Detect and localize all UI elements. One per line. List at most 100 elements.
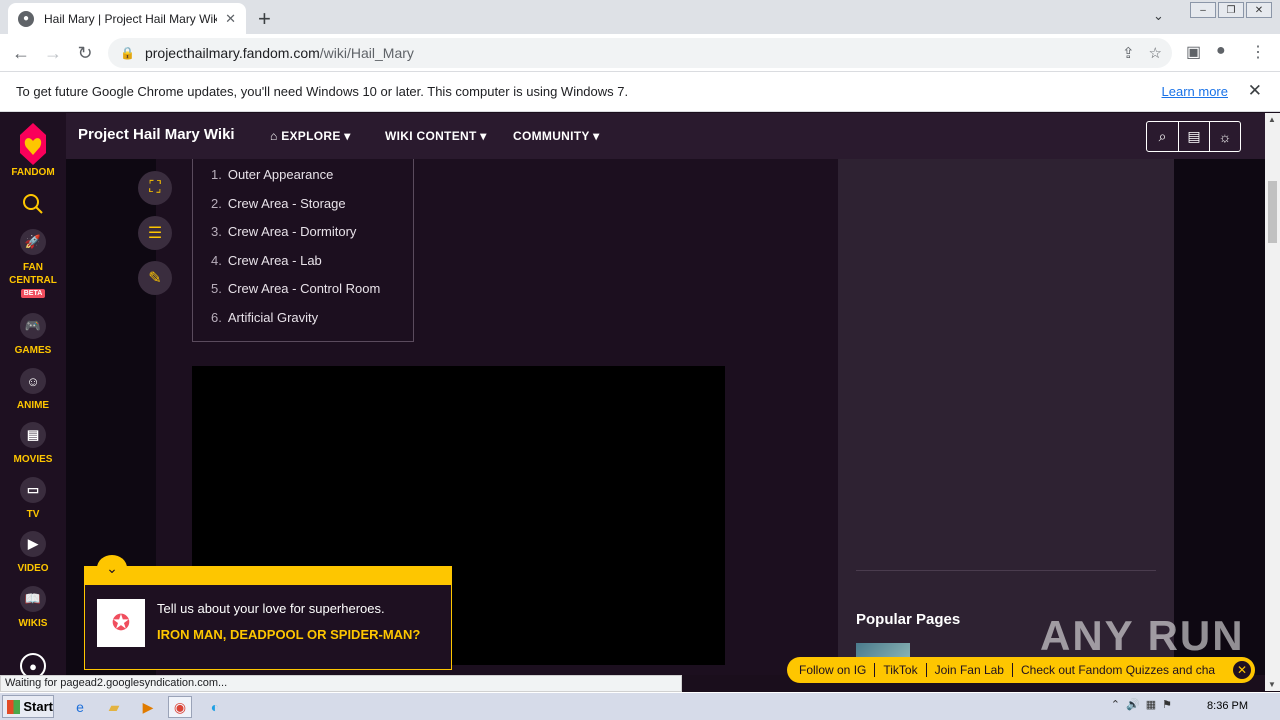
- rail-label: TV: [26, 509, 40, 520]
- book-icon: 📖: [20, 586, 46, 612]
- lock-icon[interactable]: 🔒: [120, 46, 135, 60]
- nav-explore[interactable]: ⌂ EXPLORE ▾: [270, 129, 351, 143]
- browser-tab[interactable]: ● Hail Mary | Project Hail Mary Wiki | F…: [8, 3, 246, 34]
- anyrun-watermark: ANY RUN: [1040, 612, 1245, 659]
- rail-label: FAN CENTRAL: [9, 262, 57, 286]
- search-icon[interactable]: ⌕: [1147, 122, 1178, 151]
- toc-item[interactable]: 1. Outer Appearance: [211, 167, 333, 182]
- scroll-down-icon[interactable]: ▼: [1268, 680, 1276, 689]
- scrollbar-thumb[interactable]: [1268, 181, 1277, 243]
- gamepad-icon: 🎮: [20, 313, 46, 339]
- divider: [874, 663, 876, 677]
- promo-fan-lab[interactable]: Join Fan Lab: [935, 663, 1004, 677]
- toc-item[interactable]: 4. Crew Area - Lab: [211, 253, 322, 268]
- chevron-down-icon[interactable]: ⌄: [1153, 8, 1164, 24]
- nav-community[interactable]: COMMUNITY ▾: [513, 129, 599, 143]
- learn-more-link[interactable]: Learn more: [1162, 84, 1228, 99]
- scroll-up-icon[interactable]: ▲: [1268, 115, 1276, 124]
- chrome-icon[interactable]: ◉: [168, 696, 192, 718]
- rail-item-wikis[interactable]: 📖 WIKIS: [0, 586, 66, 629]
- browser-titlebar: ● Hail Mary | Project Hail Mary Wiki | F…: [0, 0, 1280, 34]
- start-button[interactable]: Start: [2, 695, 54, 718]
- fandom-logo[interactable]: FANDOM: [0, 121, 66, 178]
- nav-wiki-content[interactable]: WIKI CONTENT ▾: [385, 129, 487, 143]
- toc-number: 6.: [211, 310, 222, 325]
- edge-icon[interactable]: ◐: [203, 696, 227, 718]
- rail-item-fan-central[interactable]: 🚀 FAN CENTRAL BETA: [0, 229, 66, 298]
- rail-item-video[interactable]: ▶ VIDEO: [0, 531, 66, 574]
- avatar: ●: [20, 653, 46, 675]
- divider: [1011, 663, 1013, 677]
- discussions-icon[interactable]: ▤: [1178, 122, 1209, 151]
- address-bar[interactable]: 🔒 projecthailmary.fandom.com/wiki/Hail_M…: [108, 38, 1172, 68]
- rail-item-tv[interactable]: ▭ TV: [0, 477, 66, 520]
- toc-number: 3.: [211, 224, 222, 239]
- action-center-flag-icon[interactable]: ⚑: [1162, 698, 1172, 711]
- toc-label: Crew Area - Dormitory: [227, 224, 357, 239]
- search-icon[interactable]: [0, 193, 66, 215]
- popup-answer-link[interactable]: IRON MAN, DEADPOOL OR SPIDER-MAN?: [157, 627, 427, 643]
- side-panel-icon[interactable]: ▣: [1186, 42, 1201, 62]
- promo-tiktok[interactable]: TikTok: [883, 663, 917, 677]
- rail-label: VIDEO: [17, 563, 49, 574]
- fullscreen-icon[interactable]: ⛶: [138, 171, 172, 205]
- edit-pencil-icon[interactable]: ✎: [138, 261, 172, 295]
- maximize-button[interactable]: ❐: [1218, 2, 1244, 18]
- toc-item[interactable]: 5. Crew Area - Control Room: [211, 281, 380, 296]
- forward-button[interactable]: →: [40, 40, 66, 66]
- beta-badge: BETA: [20, 289, 46, 298]
- collapse-chevron-icon[interactable]: ⌄: [97, 555, 127, 581]
- bookmark-star-icon[interactable]: ☆: [1149, 44, 1162, 62]
- profile-icon[interactable]: ●: [1216, 42, 1226, 60]
- close-infobar-icon[interactable]: ✕: [1248, 81, 1262, 101]
- toc-number: 1.: [211, 167, 222, 182]
- volume-icon[interactable]: 🔊: [1126, 698, 1140, 711]
- rail-item-anime[interactable]: ☺ ANIME: [0, 368, 66, 411]
- close-icon[interactable]: ✕: [1233, 661, 1251, 679]
- menu-kebab-icon[interactable]: ⋮: [1250, 42, 1266, 62]
- window-controls: – ❐ ✕: [1188, 2, 1272, 18]
- windows-taskbar: Start e ▰ ▶ ◉ ◐ ⌃ 🔊 ▦ ⚑ 8:36 PM: [0, 692, 1280, 720]
- quiz-popup: ⌄ ✪ Tell us about your love for superher…: [84, 555, 452, 670]
- promo-quizzes[interactable]: Check out Fandom Quizzes and cha: [1021, 663, 1215, 677]
- new-tab-button[interactable]: +: [258, 6, 271, 32]
- fandom-heart-icon: [20, 123, 46, 165]
- update-infobar: To get future Google Chrome updates, you…: [0, 72, 1280, 112]
- toc-number: 5.: [211, 281, 222, 296]
- rail-item-movies[interactable]: ▤ MOVIES: [0, 422, 66, 465]
- tray-expand-icon[interactable]: ⌃: [1111, 698, 1120, 711]
- clock[interactable]: 8:36 PM: [1207, 700, 1248, 712]
- toc-label: Crew Area - Storage: [227, 196, 346, 211]
- ie-icon[interactable]: e: [68, 696, 92, 718]
- rocket-icon: 🚀: [20, 229, 46, 255]
- toc-number: 4.: [211, 253, 222, 268]
- page-scrollbar[interactable]: ▲ ▼: [1265, 113, 1280, 691]
- share-icon[interactable]: ⇪: [1122, 44, 1135, 62]
- close-window-button[interactable]: ✕: [1246, 2, 1272, 18]
- popular-pages-heading: Popular Pages: [856, 611, 961, 628]
- close-tab-icon[interactable]: ✕: [225, 11, 236, 27]
- status-bar: Waiting for pagead2.googlesyndication.co…: [0, 675, 682, 692]
- minimize-button[interactable]: –: [1190, 2, 1216, 18]
- reload-button[interactable]: ↻: [72, 40, 98, 66]
- toc-list-icon[interactable]: ☰: [138, 216, 172, 250]
- rail-label: WIKIS: [18, 618, 48, 629]
- tv-icon: ▭: [20, 477, 46, 503]
- network-icon[interactable]: ▦: [1146, 698, 1156, 711]
- media-player-icon[interactable]: ▶: [136, 696, 160, 718]
- nav-label: WIKI CONTENT: [385, 129, 477, 143]
- url-host: projecthailmary.fandom.com: [144, 45, 320, 61]
- wiki-title[interactable]: Project Hail Mary Wiki: [78, 126, 235, 143]
- user-account-icon[interactable]: ●: [0, 653, 66, 675]
- infobar-text: To get future Google Chrome updates, you…: [16, 84, 629, 99]
- back-button[interactable]: ←: [8, 40, 34, 66]
- divider: [925, 663, 927, 677]
- toc-item[interactable]: 3. Crew Area - Dormitory: [211, 224, 356, 239]
- theme-toggle-icon[interactable]: ☼: [1209, 122, 1240, 151]
- toc-item[interactable]: 2. Crew Area - Storage: [211, 196, 346, 211]
- toc-label: Outer Appearance: [227, 167, 334, 182]
- promo-follow-ig[interactable]: Follow on IG: [799, 663, 866, 677]
- rail-item-games[interactable]: 🎮 GAMES: [0, 313, 66, 356]
- toc-item[interactable]: 6. Artificial Gravity: [211, 310, 318, 325]
- folder-icon[interactable]: ▰: [102, 696, 126, 718]
